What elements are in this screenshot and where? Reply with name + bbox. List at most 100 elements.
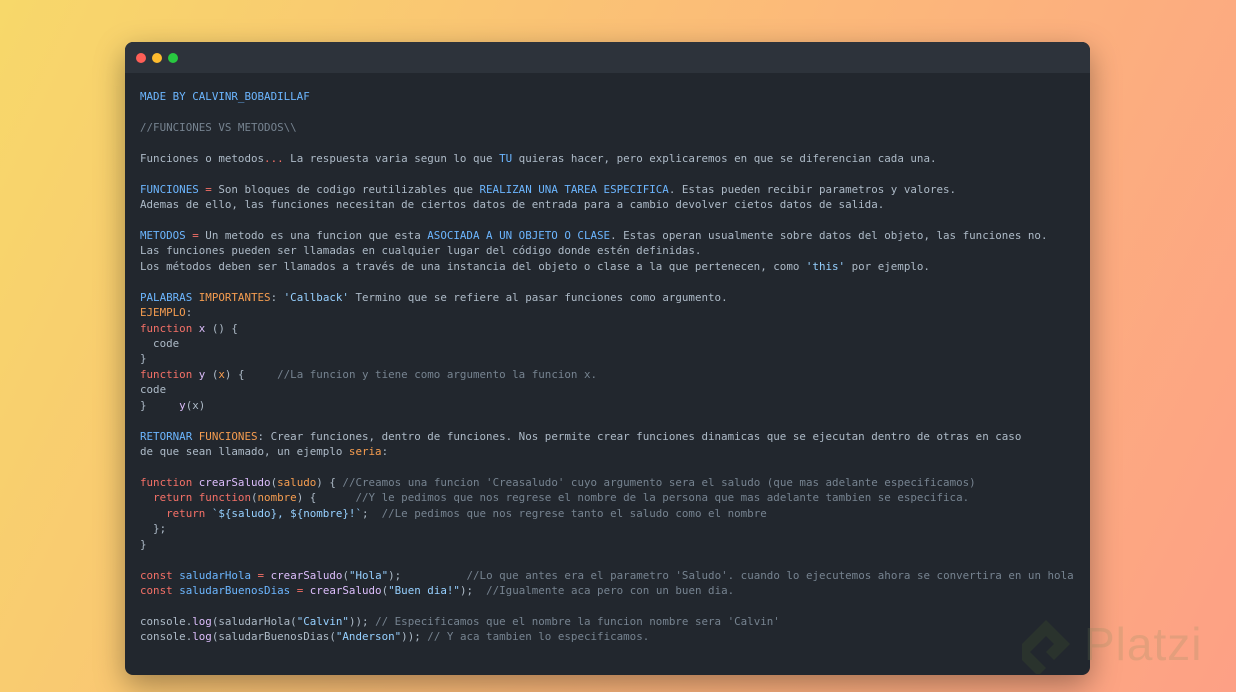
code-line: return function(nombre) { //Y le pedimos…: [140, 490, 1074, 505]
code-token: quieras hacer, pero explicaremos en que …: [512, 151, 937, 165]
code-token: PALABRAS: [140, 290, 193, 304]
code-token: ;: [361, 506, 382, 520]
code-token: crearSaludo: [198, 475, 271, 489]
code-token: //La funcion y tiene como argumento la f…: [277, 367, 598, 381]
code-token: crearSaludo: [309, 584, 382, 597]
code-token: // Especificamos que el nombre la funcio…: [375, 614, 780, 628]
code-token: IMPORTANTES: [198, 290, 271, 304]
code-token: MADE BY CALVINR_BOBADILLAF: [140, 90, 310, 103]
code-line: }: [140, 351, 1074, 366]
code-line: METODOS = Un metodo es una funcion que e…: [140, 228, 1074, 243]
code-token: : Crear funciones, dentro de funciones. …: [257, 429, 1022, 443]
code-token: saludo: [277, 475, 317, 489]
code-token: //FUNCIONES VS METODOS\\: [140, 120, 297, 134]
code-token: La respuesta varia segun lo que: [283, 151, 500, 165]
code-line: Las funciones pueden ser llamadas en cua…: [140, 243, 1074, 258]
code-line: Ademas de ello, las funciones necesitan …: [140, 197, 1074, 212]
code-token: `${saludo}, ${nombre}!`: [211, 506, 362, 520]
code-line: } y(x): [140, 398, 1074, 413]
code-token: // Y aca tambien lo especificamos.: [427, 630, 650, 644]
code-token: const: [140, 568, 173, 582]
code-token: Las funciones pueden ser llamadas en cua…: [140, 244, 702, 258]
code-token: TU: [499, 151, 513, 165]
code-token: nombre: [257, 491, 297, 505]
code-token: saludarBuenosDias: [179, 584, 291, 597]
code-token: :: [270, 290, 284, 304]
code-token: =: [198, 182, 219, 196]
code-token: //Le pedimos que nos regrese tanto el sa…: [381, 506, 767, 520]
code-token: crearSaludo: [270, 568, 343, 582]
code-token: =: [290, 584, 310, 597]
code-line: code: [140, 382, 1074, 397]
code-token: function: [140, 367, 193, 381]
code-token: code: [140, 337, 180, 350]
code-line: console.log(saludarHola("Calvin")); // E…: [140, 614, 1074, 629]
code-line: }: [140, 537, 1074, 552]
code-line: //FUNCIONES VS METODOS\\: [140, 120, 1074, 135]
code-token: }: [140, 398, 180, 412]
code-token: function: [198, 491, 251, 505]
code-token: =: [251, 568, 271, 582]
close-dot-icon[interactable]: [136, 53, 146, 63]
maximize-dot-icon[interactable]: [168, 53, 178, 63]
code-token: log: [192, 630, 212, 644]
code-token: );: [459, 584, 487, 597]
code-line: Funciones o metodos... La respuesta vari…: [140, 151, 1074, 166]
code-token: function: [140, 475, 193, 489]
code-token: "Calvin": [296, 614, 349, 628]
code-token: FUNCIONES: [140, 182, 199, 196]
code-token: //Lo que antes era el parametro 'Saludo'…: [466, 568, 1074, 582]
code-token: REALIZAN UNA TAREA ESPECIFICA: [479, 182, 669, 196]
code-token: :: [185, 306, 193, 320]
window-titlebar: [125, 42, 1090, 73]
code-token: () {: [205, 321, 238, 335]
code-token: ));: [348, 614, 376, 628]
code-token: Son bloques de codigo reutilizables que: [218, 182, 480, 196]
code-token: METODOS: [140, 228, 186, 242]
code-token: (saludarHola(: [211, 614, 297, 628]
minimize-dot-icon[interactable]: [152, 53, 162, 63]
code-token: RETORNAR: [140, 429, 193, 443]
code-token: ASOCIADA A UN OBJETO O CLASE: [427, 228, 611, 242]
code-line: const saludarHola = crearSaludo("Hola");…: [140, 568, 1074, 583]
code-line: function crearSaludo(saludo) { //Creamos…: [140, 475, 1074, 490]
code-token: =: [185, 228, 206, 242]
code-token: }: [140, 537, 147, 551]
code-token: (saludarBuenosDias(: [211, 630, 336, 644]
code-line: };: [140, 521, 1074, 536]
code-token: 'Callback': [283, 290, 349, 304]
code-token: Ademas de ello, las funciones necesitan …: [140, 198, 885, 212]
code-token: FUNCIONES: [198, 429, 258, 443]
code-token: ));: [401, 630, 428, 644]
code-token: );: [388, 568, 467, 582]
code-token: (: [205, 367, 219, 381]
code-token: saludarHola: [179, 568, 252, 582]
code-token: Los métodos deben ser llamados a través …: [140, 259, 806, 273]
code-token: }: [140, 352, 147, 366]
code-token: ) {: [296, 491, 356, 505]
code-line: const saludarBuenosDias = crearSaludo("B…: [140, 583, 1074, 598]
code-token: Termino que se refiere al pasar funcione…: [348, 290, 728, 304]
code-token: (x): [185, 398, 206, 412]
code-token: //Igualmente aca pero con un buen dia.: [486, 584, 735, 597]
code-token: seria: [348, 445, 382, 459]
code-token: console.: [140, 630, 193, 644]
code-token: function: [140, 321, 193, 335]
code-line: RETORNAR FUNCIONES: Crear funciones, den…: [140, 429, 1074, 444]
code-token: ...: [264, 151, 284, 165]
code-token: };: [140, 522, 167, 536]
code-token: "Hola": [348, 568, 389, 582]
code-content: MADE BY CALVINR_BOBADILLAF //FUNCIONES VS…: [140, 89, 1074, 645]
code-token: 'this': [805, 259, 846, 273]
code-line: function x () {: [140, 321, 1074, 336]
code-window: MADE BY CALVINR_BOBADILLAF //FUNCIONES VS…: [125, 42, 1090, 675]
code-token: return: [166, 506, 206, 520]
code-line: MADE BY CALVINR_BOBADILLAF: [140, 89, 1074, 104]
code-token: //Creamos una funcion 'Creasaludo' cuyo …: [342, 475, 976, 489]
code-token: log: [192, 614, 212, 628]
